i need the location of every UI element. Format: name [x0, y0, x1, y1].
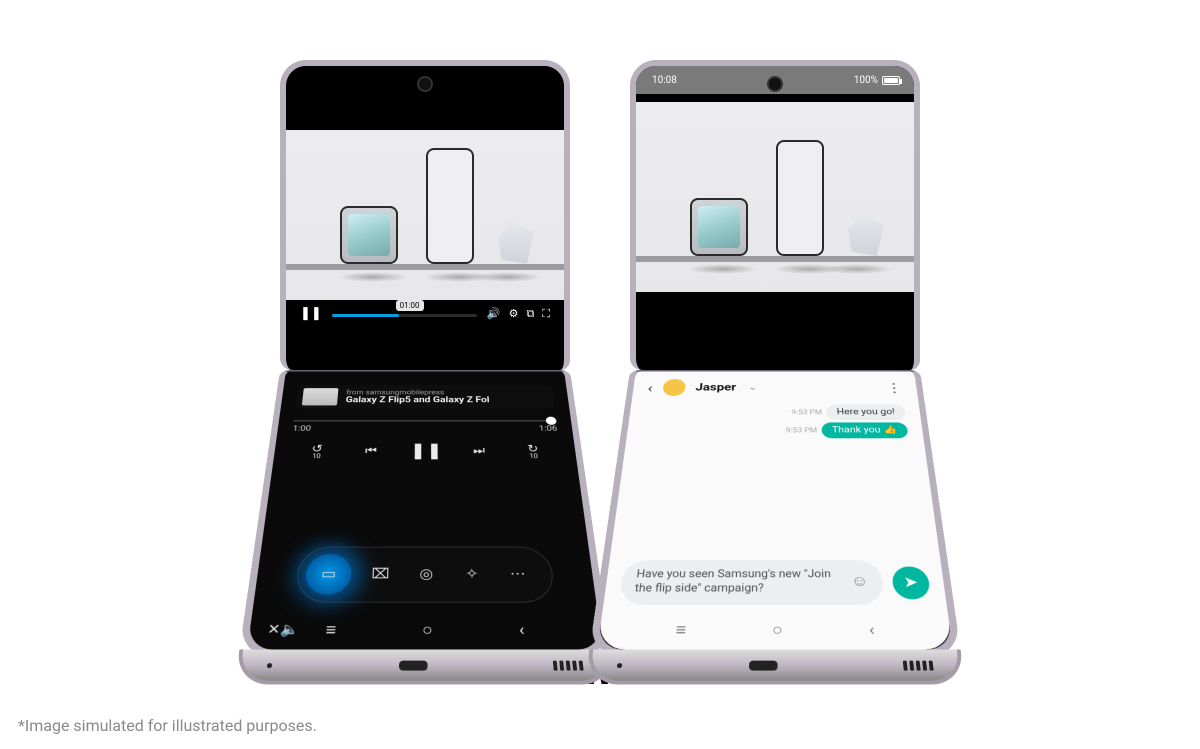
video-top-controls: ❚❚ 01:00 🔊 ⚙ ⧉ ⛶ — [286, 300, 564, 370]
next-track-button[interactable]: ⏭ — [464, 444, 495, 457]
media-progress-thumb[interactable] — [545, 417, 556, 425]
android-nav-bar: ≡ ○ ‹ — [598, 620, 951, 640]
pip-icon[interactable]: ⧉ — [526, 307, 534, 321]
android-nav-bar: ≡ ○ ‹ — [248, 620, 601, 640]
msg-time: 9:53 PM — [791, 409, 822, 416]
more-button[interactable]: ⋯ — [500, 559, 536, 589]
chat-bubble[interactable]: Thank you 👍 — [821, 422, 909, 438]
chevron-down-icon[interactable]: ⌄ — [748, 383, 757, 391]
kebab-menu-icon[interactable]: ⋮ — [885, 380, 903, 395]
stage: ❚❚ 01:00 🔊 ⚙ ⧉ ⛶ — [0, 0, 1200, 749]
emoji-icon[interactable]: ☺ — [850, 573, 869, 592]
compose-text: Have you seen Samsung's new "Join the fl… — [634, 569, 842, 596]
phone-bottom-edge — [584, 650, 965, 685]
thumbs-up-emoji-icon: 👍 — [883, 426, 897, 435]
scene-rock — [498, 220, 534, 264]
phone-left-bottom-screen: from samsungmobilepress Galaxy Z Flip5 a… — [238, 370, 611, 657]
back-icon[interactable]: ‹ — [647, 380, 654, 395]
phone-left-top-screen: ❚❚ 01:00 🔊 ⚙ ⧉ ⛶ — [280, 60, 570, 370]
compose-row: Have you seen Samsung's new "Join the fl… — [618, 560, 932, 605]
play-pause-button[interactable]: ❚❚ — [410, 442, 441, 460]
scene-table-surface — [636, 256, 914, 262]
video-letterbox-top — [286, 66, 564, 130]
scene-rock — [848, 212, 884, 256]
screenshot-button[interactable]: ◎ — [409, 559, 443, 589]
chat-body: 9:53 PM Here you go! 9:53 PM Thank you 👍 — [626, 401, 924, 443]
track-card[interactable]: from samsungmobilepress Galaxy Z Flip5 a… — [295, 385, 555, 409]
time-total: 1:06 — [539, 425, 558, 433]
phone-right-top-screen: 10:08 100% — [630, 60, 920, 370]
fullscreen-icon[interactable]: ⛶ — [542, 307, 550, 321]
nav-recents-icon[interactable]: ≡ — [325, 620, 337, 640]
video-progress-badge: 01:00 — [396, 300, 424, 311]
skip-fwd-button[interactable]: ↻10 — [517, 442, 549, 459]
avatar[interactable] — [662, 379, 686, 396]
scene-table-surface — [286, 264, 564, 270]
track-title: Galaxy Z Flip5 and Galaxy Z Fol — [345, 396, 490, 405]
scene-shadow — [688, 264, 758, 274]
chat-header: ‹ Jasper ⌄ ⋮ — [632, 371, 919, 400]
scene-phone-open — [426, 148, 474, 264]
phone-right: 10:08 100% — [630, 60, 920, 670]
media-progress-bar[interactable] — [294, 420, 557, 422]
scene-flip-phone-closed — [690, 198, 748, 256]
tool-button-3[interactable]: ✧ — [455, 559, 490, 589]
chat-contact-name[interactable]: Jasper — [695, 382, 736, 394]
nav-home-icon[interactable]: ○ — [422, 620, 433, 640]
speaker-grille-icon — [553, 660, 584, 670]
flex-panel-button[interactable]: ▭ — [304, 554, 353, 595]
usb-c-port-icon — [398, 660, 427, 670]
chat-message-outgoing: 9:53 PM Here you go! — [644, 405, 906, 420]
nav-back-icon[interactable]: ‹ — [518, 620, 525, 639]
mic-hole-icon — [617, 663, 623, 668]
chat-bubble[interactable]: Here you go! — [826, 405, 906, 420]
video-progress-fill — [332, 314, 399, 317]
status-time: 10:08 — [652, 75, 677, 86]
video-frame-scene — [636, 102, 914, 292]
video-letterbox-bottom — [636, 292, 914, 348]
scene-phone-open — [776, 140, 824, 256]
phone-left: ❚❚ 01:00 🔊 ⚙ ⧉ ⛶ — [280, 60, 570, 670]
speaker-grille-icon — [903, 660, 934, 670]
msg-time: 9:53 PM — [786, 427, 817, 435]
status-bar: 10:08 100% — [636, 66, 914, 94]
skip-back-button[interactable]: ↺10 — [301, 442, 333, 459]
phone-right-bottom-screen: ‹ Jasper ⌄ ⋮ 9:53 PM Here you go! — [588, 370, 961, 657]
send-button[interactable]: ➤ — [891, 566, 931, 599]
flex-mode-pill-bar: ▭ ⌧ ◎ ✧ ⋯ — [294, 547, 555, 603]
nav-back-icon[interactable]: ‹ — [868, 620, 875, 639]
video-frame-scene — [286, 130, 564, 300]
tool-button-1[interactable]: ⌧ — [363, 559, 398, 589]
prev-track-button[interactable]: ⏮ — [355, 444, 386, 457]
usb-c-port-icon — [748, 660, 777, 670]
compose-input[interactable]: Have you seen Samsung's new "Join the fl… — [618, 560, 885, 605]
battery-icon — [882, 76, 900, 85]
phones-row: ❚❚ 01:00 🔊 ⚙ ⧉ ⛶ — [0, 0, 1200, 670]
chat-app-panel: ‹ Jasper ⌄ ⋮ 9:53 PM Here you go! — [597, 371, 953, 649]
msg-text: Thank you — [832, 426, 881, 435]
scene-shadow — [472, 272, 542, 282]
nav-home-icon[interactable]: ○ — [772, 620, 783, 640]
pause-icon[interactable]: ❚❚ — [300, 306, 322, 321]
scene-flip-phone-closed — [340, 206, 398, 264]
chat-message-outgoing: 9:53 PM Thank you 👍 — [641, 422, 908, 438]
video-progress-bar[interactable]: 01:00 — [332, 314, 477, 317]
media-controls-row: ↺10 ⏮ ❚❚ ⏭ ↻10 — [289, 442, 561, 460]
track-thumbnail — [302, 388, 339, 405]
settings-gear-icon[interactable]: ⚙ — [509, 307, 519, 321]
volume-icon[interactable]: 🔊 — [487, 307, 501, 321]
mic-hole-icon — [267, 663, 273, 668]
scene-shadow — [822, 264, 892, 274]
nav-recents-icon[interactable]: ≡ — [675, 620, 687, 640]
disclaimer-text: *Image simulated for illustrated purpose… — [18, 716, 317, 735]
phone-bottom-edge — [234, 650, 615, 685]
status-battery-text: 100% — [854, 75, 878, 86]
track-source: from samsungmobilepress — [346, 389, 489, 396]
media-player-panel: from samsungmobilepress Galaxy Z Flip5 a… — [247, 371, 603, 649]
time-elapsed: 1:00 — [292, 425, 311, 433]
scene-shadow — [338, 272, 408, 282]
